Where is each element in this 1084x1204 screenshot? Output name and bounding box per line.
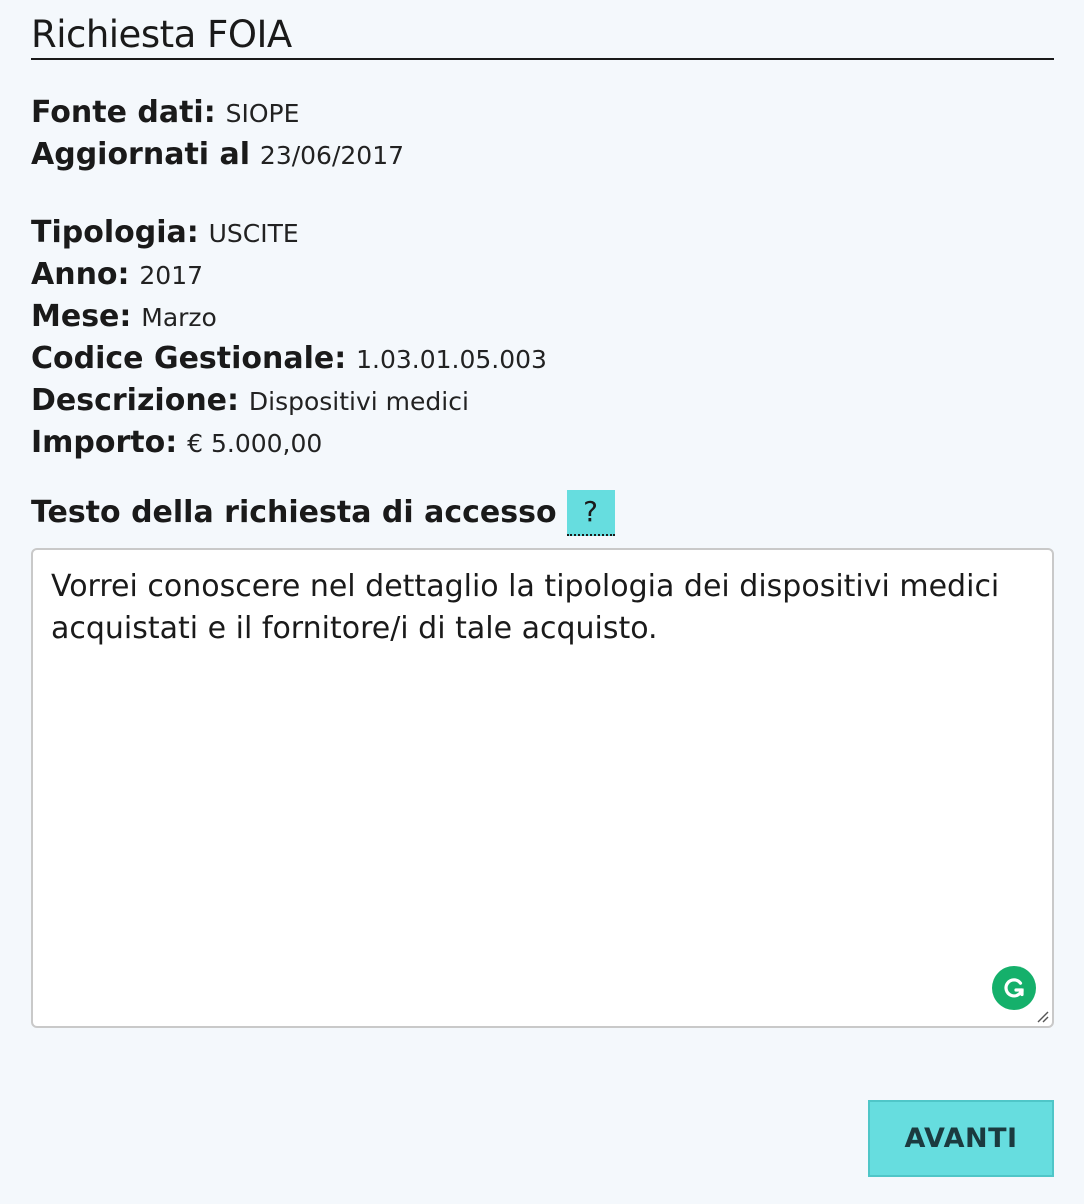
request-heading-label: Testo della richiesta di accesso bbox=[31, 495, 557, 530]
type-label: Tipologia: bbox=[31, 215, 199, 250]
month-label: Mese: bbox=[31, 299, 132, 334]
request-textarea[interactable] bbox=[33, 550, 1052, 1026]
amount-value: € 5.000,00 bbox=[187, 429, 323, 458]
type-value: USCITE bbox=[208, 219, 299, 248]
updated-value: 23/06/2017 bbox=[259, 141, 405, 170]
month-row: Mese: Marzo bbox=[31, 296, 547, 338]
description-row: Descrizione: Dispositivi medici bbox=[31, 380, 547, 422]
year-label: Anno: bbox=[31, 257, 130, 292]
description-value: Dispositivi medici bbox=[248, 387, 469, 416]
next-button[interactable]: AVANTI bbox=[868, 1100, 1054, 1177]
year-value: 2017 bbox=[139, 261, 204, 290]
code-row: Codice Gestionale: 1.03.01.05.003 bbox=[31, 338, 547, 380]
request-heading: Testo della richiesta di accesso ? bbox=[31, 490, 615, 536]
type-row: Tipologia: USCITE bbox=[31, 212, 547, 254]
updated-label: Aggiornati al bbox=[31, 137, 251, 172]
help-button[interactable]: ? bbox=[566, 490, 615, 536]
year-row: Anno: 2017 bbox=[31, 254, 547, 296]
amount-row: Importo: € 5.000,00 bbox=[31, 422, 547, 464]
page-title: Richiesta FOIA bbox=[31, 10, 1054, 60]
record-details: Tipologia: USCITE Anno: 2017 Mese: Marzo… bbox=[31, 212, 547, 464]
request-text-field[interactable] bbox=[31, 548, 1054, 1028]
grammarly-g-glyph bbox=[1004, 978, 1024, 998]
code-label: Codice Gestionale: bbox=[31, 341, 347, 376]
code-value: 1.03.01.05.003 bbox=[356, 345, 547, 374]
resize-handle-icon[interactable] bbox=[1035, 1009, 1049, 1023]
month-value: Marzo bbox=[141, 303, 217, 332]
source-row: Fonte dati: SIOPE bbox=[31, 92, 404, 134]
updated-row: Aggiornati al 23/06/2017 bbox=[31, 134, 404, 176]
source-label: Fonte dati: bbox=[31, 95, 216, 130]
source-info: Fonte dati: SIOPE Aggiornati al 23/06/20… bbox=[31, 92, 404, 176]
grammarly-icon[interactable] bbox=[992, 966, 1036, 1010]
amount-label: Importo: bbox=[31, 425, 178, 460]
description-label: Descrizione: bbox=[31, 383, 240, 418]
source-value: SIOPE bbox=[225, 99, 300, 128]
